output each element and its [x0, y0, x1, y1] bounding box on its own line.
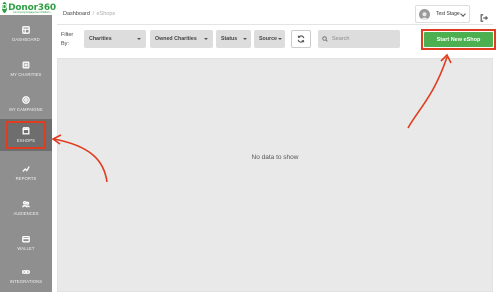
- sidebar-item-audiences[interactable]: Audiences: [0, 192, 52, 224]
- sidebar-item-label: Wallet: [17, 246, 35, 251]
- dropdown-label: Source: [259, 36, 277, 42]
- status-dropdown[interactable]: Status: [216, 30, 251, 48]
- dropdown-label: Owned Charities: [155, 36, 197, 42]
- user-avatar-icon: [419, 8, 430, 20]
- user-name: Test Stage: [436, 11, 460, 17]
- dropdown-label: Status: [221, 36, 238, 42]
- filter-by-label: Filter By:: [61, 32, 74, 47]
- refresh-icon: [297, 35, 305, 43]
- caret-down-icon: [204, 38, 208, 40]
- sidebar-item-integrations[interactable]: Integrations: [0, 260, 52, 292]
- search-input[interactable]: [332, 36, 392, 42]
- logout-button[interactable]: [480, 9, 490, 22]
- charities-dropdown[interactable]: Charities: [84, 30, 146, 48]
- caret-down-icon: [137, 38, 141, 40]
- start-new-eshop-button[interactable]: Start New eShop: [424, 32, 493, 47]
- breadcrumb: Dashboard / eShops: [63, 11, 115, 17]
- link-icon: [22, 270, 30, 274]
- dashboard-icon: [22, 26, 30, 34]
- main-content: No data to show: [57, 58, 493, 292]
- breadcrumb-current: eShops: [96, 11, 116, 17]
- start-new-eshop-highlight: Start New eShop: [421, 29, 496, 50]
- sidebar-item-label: Reports: [15, 176, 37, 181]
- campaigns-icon: [22, 96, 30, 104]
- audiences-icon: [22, 200, 30, 208]
- chevron-down-icon: [460, 11, 466, 17]
- charities-icon: [22, 61, 30, 69]
- top-bar: Dashboard / eShops Test Stage: [57, 5, 493, 25]
- sidebar-item-label: My Campaigns: [9, 107, 43, 112]
- sidebar-item-label: Audiences: [13, 211, 39, 216]
- sidebar-item-my-charities[interactable]: My Charities: [0, 53, 52, 85]
- breadcrumb-separator: /: [92, 11, 94, 17]
- dropdown-label: Charities: [89, 36, 112, 42]
- search-box[interactable]: [318, 30, 400, 48]
- empty-state-text: No data to show: [251, 154, 299, 161]
- owned-charities-dropdown[interactable]: Owned Charities: [150, 30, 213, 48]
- breadcrumb-root[interactable]: Dashboard: [63, 11, 90, 17]
- caret-down-icon: [278, 38, 282, 40]
- source-dropdown[interactable]: Source: [254, 30, 285, 48]
- sidebar-item-dashboard[interactable]: Dashboard: [0, 18, 52, 50]
- wallet-icon: [22, 235, 30, 243]
- user-menu[interactable]: Test Stage: [415, 5, 470, 23]
- logo-tagline: Community Engagement Platform: [13, 11, 51, 14]
- logout-icon: [480, 14, 489, 22]
- annotation-highlight-eshops: [6, 121, 46, 149]
- search-icon: [322, 36, 328, 42]
- sidebar-item-label: Integrations: [9, 279, 43, 284]
- sidebar-item-label: My Charities: [10, 72, 42, 77]
- sidebar-item-wallet[interactable]: Wallet: [0, 227, 52, 259]
- sidebar-item-my-campaigns[interactable]: My Campaigns: [0, 88, 52, 120]
- refresh-button[interactable]: [291, 30, 311, 48]
- brand-logo[interactable]: D Donor360 Community Engagement Platform: [0, 0, 56, 15]
- sidebar-item-label: Dashboard: [12, 37, 40, 42]
- sidebar-item-reports[interactable]: Reports: [0, 157, 52, 189]
- logo-mark: D: [2, 2, 8, 13]
- reports-icon: [22, 166, 30, 172]
- caret-down-icon: [243, 38, 247, 40]
